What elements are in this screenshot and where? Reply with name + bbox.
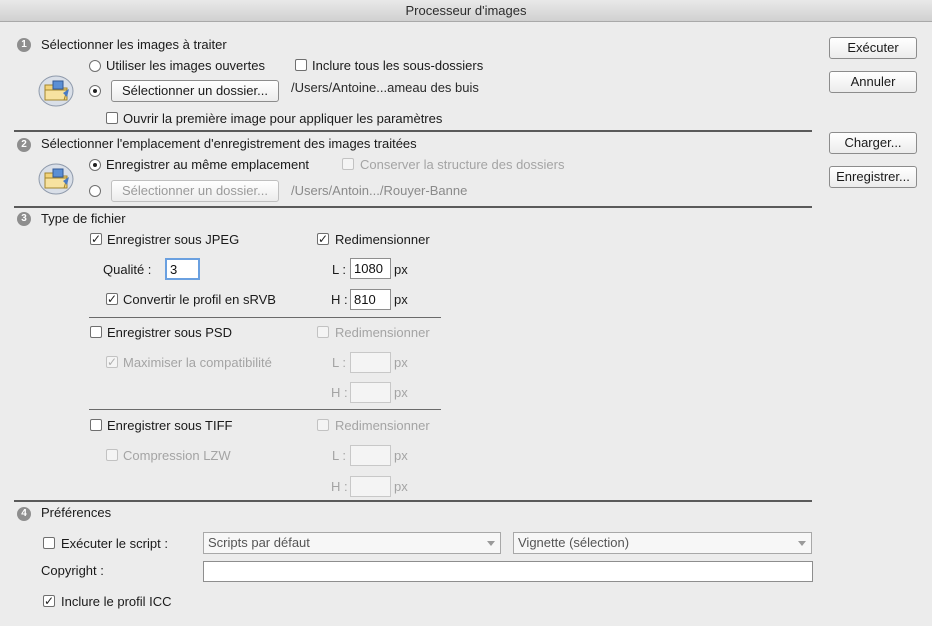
maximize-compat-label: Maximiser la compatibilité (123, 355, 272, 370)
section-2-title: Sélectionner l'emplacement d'enregistrem… (41, 136, 417, 151)
tiff-resize-checkbox[interactable] (317, 419, 329, 431)
section-divider (14, 500, 812, 502)
save-tiff-label: Enregistrer sous TIFF (107, 418, 233, 433)
script-action-value: Vignette (sélection) (518, 535, 630, 550)
tiff-resize-label: Redimensionner (335, 418, 430, 433)
save-jpeg-checkbox[interactable]: ✓ (90, 233, 102, 245)
tiff-height-label: H : (331, 479, 348, 494)
run-button[interactable]: Exécuter (829, 37, 917, 59)
script-set-select[interactable]: Scripts par défaut (203, 532, 501, 554)
select-dest-folder-radio[interactable] (89, 185, 101, 197)
jpeg-resize-label: Redimensionner (335, 232, 430, 247)
use-open-images-label: Utiliser les images ouvertes (106, 58, 265, 73)
save-tiff-checkbox[interactable] (90, 419, 102, 431)
run-script-checkbox[interactable] (43, 537, 55, 549)
step-4-badge: 4 (17, 507, 31, 521)
lzw-compression-checkbox[interactable] (106, 449, 118, 461)
dest-folder-path: /Users/Antoin.../Rouyer-Banne (291, 183, 468, 198)
select-source-folder-button[interactable]: Sélectionner un dossier... (111, 80, 279, 102)
script-action-select[interactable]: Vignette (sélection) (513, 532, 812, 554)
convert-srgb-label: Convertir le profil en sRVB (123, 292, 276, 307)
jpeg-height-label: H : (331, 292, 348, 307)
save-psd-label: Enregistrer sous PSD (107, 325, 232, 340)
filetype-divider (89, 317, 441, 318)
section-divider (14, 130, 812, 132)
section-4-title: Préférences (41, 505, 112, 520)
select-folder-radio[interactable] (89, 85, 101, 97)
jpeg-height-input[interactable] (350, 289, 391, 310)
jpeg-width-input[interactable] (350, 258, 391, 279)
psd-height-label: H : (331, 385, 348, 400)
run-script-label: Exécuter le script : (61, 536, 168, 551)
include-subfolders-checkbox[interactable] (295, 59, 307, 71)
open-first-image-checkbox[interactable] (106, 112, 118, 124)
psd-width-label: L : (332, 355, 346, 370)
maximize-compat-checkbox[interactable]: ✓ (106, 356, 118, 368)
copyright-label: Copyright : (41, 563, 104, 578)
include-subfolders-label: Inclure tous les sous-dossiers (312, 58, 484, 73)
same-location-radio[interactable] (89, 159, 101, 171)
convert-srgb-checkbox[interactable]: ✓ (106, 293, 118, 305)
include-icc-checkbox[interactable]: ✓ (43, 595, 55, 607)
cancel-button[interactable]: Annuler (829, 71, 917, 93)
jpeg-width-label: L : (332, 262, 346, 277)
load-button[interactable]: Charger... (829, 132, 917, 154)
folder-icon (38, 75, 74, 107)
save-settings-button[interactable]: Enregistrer... (829, 166, 917, 188)
section-1-title: Sélectionner les images à traiter (41, 37, 227, 52)
script-set-value: Scripts par défaut (208, 535, 310, 550)
chevron-down-icon (487, 541, 495, 546)
keep-structure-label: Conserver la structure des dossiers (360, 157, 565, 172)
step-1-badge: 1 (17, 38, 31, 52)
psd-height-input[interactable] (350, 382, 391, 403)
include-icc-label: Inclure le profil ICC (61, 594, 172, 609)
tiff-width-unit: px (394, 448, 408, 463)
tiff-height-unit: px (394, 479, 408, 494)
step-2-badge: 2 (17, 138, 31, 152)
use-open-images-radio[interactable] (89, 60, 101, 72)
quality-label: Qualité : (103, 262, 152, 277)
lzw-compression-label: Compression LZW (123, 448, 231, 463)
tiff-width-label: L : (332, 448, 346, 463)
psd-width-unit: px (394, 355, 408, 370)
keep-structure-checkbox[interactable] (342, 158, 354, 170)
save-jpeg-label: Enregistrer sous JPEG (107, 232, 240, 247)
copyright-input[interactable] (203, 561, 813, 582)
section-3-title: Type de fichier (41, 211, 126, 226)
jpeg-width-unit: px (394, 262, 408, 277)
select-dest-folder-button[interactable]: Sélectionner un dossier... (111, 180, 279, 202)
folder-icon (38, 163, 74, 195)
psd-height-unit: px (394, 385, 408, 400)
psd-width-input[interactable] (350, 352, 391, 373)
section-divider (14, 206, 812, 208)
psd-resize-checkbox[interactable] (317, 326, 329, 338)
jpeg-resize-checkbox[interactable]: ✓ (317, 233, 329, 245)
psd-resize-label: Redimensionner (335, 325, 430, 340)
filetype-divider (89, 409, 441, 410)
quality-input[interactable] (165, 258, 200, 280)
save-psd-checkbox[interactable] (90, 326, 102, 338)
chevron-down-icon (798, 541, 806, 546)
tiff-width-input[interactable] (350, 445, 391, 466)
jpeg-height-unit: px (394, 292, 408, 307)
tiff-height-input[interactable] (350, 476, 391, 497)
open-first-image-label: Ouvrir la première image pour appliquer … (123, 111, 443, 126)
step-3-badge: 3 (17, 212, 31, 226)
source-folder-path: /Users/Antoine...ameau des buis (291, 80, 479, 95)
same-location-label: Enregistrer au même emplacement (106, 157, 310, 172)
window-title: Processeur d'images (0, 0, 932, 22)
